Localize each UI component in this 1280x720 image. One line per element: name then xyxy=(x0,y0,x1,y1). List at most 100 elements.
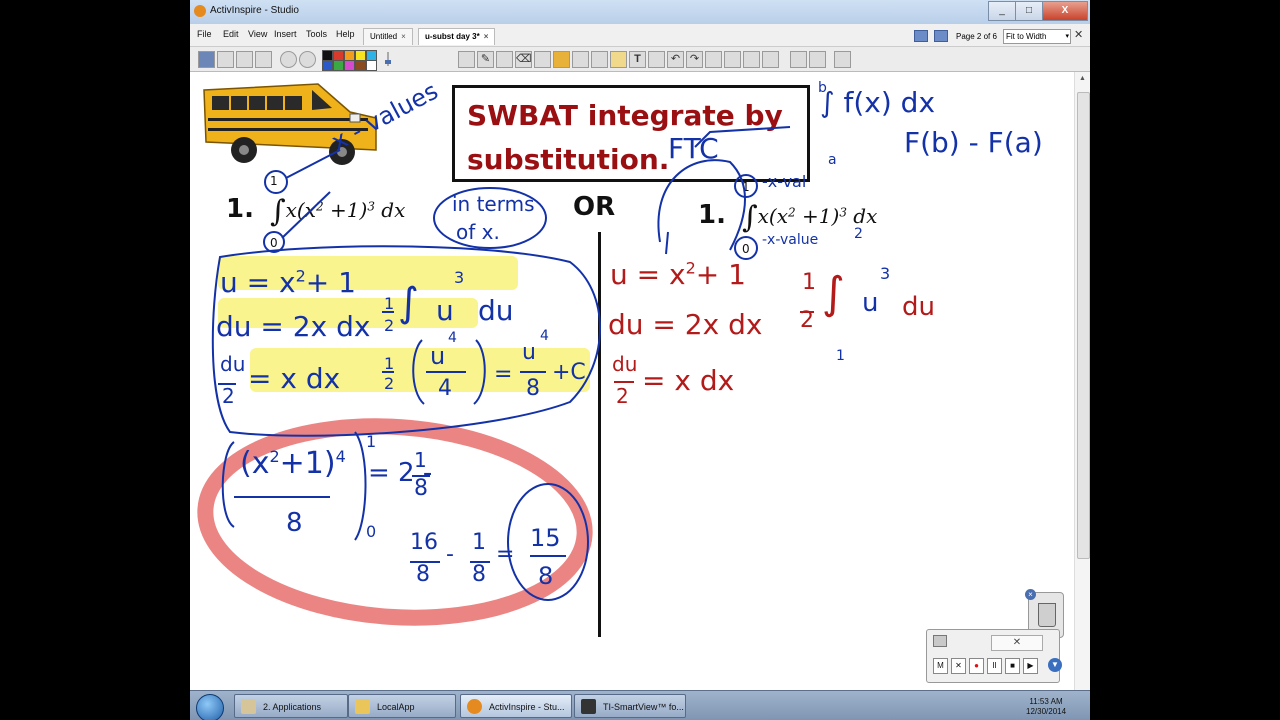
tab-close-icon[interactable]: × xyxy=(484,32,489,41)
taskbar-item-label: TI-SmartView™ fo... xyxy=(603,702,684,712)
tab-untitled[interactable]: Untitled × xyxy=(363,28,413,45)
keyboard-icon[interactable] xyxy=(790,51,807,68)
main-menu-icon[interactable] xyxy=(198,51,215,68)
close-button[interactable]: X xyxy=(1042,1,1088,21)
tools-icon[interactable] xyxy=(255,51,272,68)
trash-icon xyxy=(1038,603,1056,627)
color-swatch-brown[interactable] xyxy=(355,60,366,71)
open-file-icon[interactable] xyxy=(217,51,234,68)
right-lower-1: 1 xyxy=(836,348,845,364)
blue-plus-c: +C xyxy=(552,360,586,385)
magic-ink-icon[interactable] xyxy=(834,51,851,68)
eval-exp-2: 2 xyxy=(269,447,280,466)
page-settings-icon[interactable] xyxy=(934,30,948,42)
slider-track-icon xyxy=(385,52,391,66)
in-terms-note: in terms xyxy=(452,192,535,216)
zoom-select[interactable]: Fit to Width ▾ xyxy=(1003,29,1071,44)
blue-integral-sign: ∫ xyxy=(398,280,419,326)
blue-u-exp: 2 xyxy=(295,266,306,286)
undo-icon[interactable]: ↶ xyxy=(667,51,684,68)
redo-icon[interactable] xyxy=(648,51,665,68)
menu-help[interactable]: Help xyxy=(336,29,355,39)
rotate-icon[interactable]: ↷ xyxy=(686,51,703,68)
system-clock[interactable]: 11:53 AM 12/30/2014 xyxy=(1026,697,1066,717)
stop-button[interactable]: ■ xyxy=(1005,658,1020,674)
forward-icon[interactable] xyxy=(299,51,316,68)
right-exponent-3: 3 xyxy=(880,264,891,283)
recorder-close-button[interactable]: ✕ xyxy=(991,635,1043,651)
red-u-text: u = x xyxy=(610,258,686,291)
record-button[interactable]: ● xyxy=(969,658,984,674)
fill-icon[interactable] xyxy=(534,51,551,68)
scroll-up-icon[interactable]: ▲ xyxy=(1079,75,1086,82)
maximize-button[interactable]: □ xyxy=(1015,1,1043,21)
desktop-icon[interactable] xyxy=(809,51,826,68)
color-swatch-green[interactable] xyxy=(333,60,344,71)
tab-close-icon[interactable]: × xyxy=(401,32,406,41)
blue-den-8: 8 xyxy=(526,376,540,401)
cancel-button[interactable]: ✕ xyxy=(951,658,966,674)
pen-icon[interactable]: ✎ xyxy=(477,51,494,68)
taskbar-item-ti-smartview[interactable]: TI-SmartView™ fo... xyxy=(574,694,686,718)
scroll-thumb[interactable] xyxy=(1077,92,1090,559)
menu-insert[interactable]: Insert xyxy=(274,29,297,39)
clear-icon[interactable] xyxy=(705,51,722,68)
folder-icon xyxy=(355,699,370,714)
recorder-grip-icon[interactable] xyxy=(933,635,947,647)
tab-u-subst-day-3[interactable]: u-subst day 3* × xyxy=(418,28,496,45)
expand-toolbox-icon[interactable]: ▼ xyxy=(1048,658,1062,672)
eval-mid-text: +1) xyxy=(279,446,336,481)
reset-icon[interactable] xyxy=(724,51,741,68)
menu-view[interactable]: View xyxy=(248,29,267,39)
color-swatch-blue[interactable] xyxy=(322,60,333,71)
clock-time: 11:53 AM xyxy=(1029,697,1063,706)
red-du-over-2-den: 2 xyxy=(616,384,629,408)
color-swatch-white[interactable] xyxy=(366,60,377,71)
highlighter-icon[interactable] xyxy=(496,51,513,68)
blue-u3: u xyxy=(436,294,454,327)
page-prev-icon[interactable] xyxy=(743,51,760,68)
folder-icon[interactable] xyxy=(610,51,627,68)
taskbar-item-applications[interactable]: 2. Applications xyxy=(234,694,348,718)
taskbar-item-localapp[interactable]: LocalApp xyxy=(348,694,456,718)
close-document-icon[interactable]: ✕ xyxy=(1074,28,1083,41)
answer-numerator: 15 xyxy=(530,524,561,552)
menu-tools[interactable]: Tools xyxy=(306,29,327,39)
blue-half2-den: 2 xyxy=(384,374,395,393)
select-icon[interactable] xyxy=(458,51,475,68)
recorder-controls: M ✕ ● II ■ ▶ xyxy=(933,658,1038,674)
menu-button[interactable]: M xyxy=(933,658,948,674)
connector-icon[interactable] xyxy=(572,51,589,68)
pause-button[interactable]: II xyxy=(987,658,1002,674)
flipchart-canvas[interactable]: SWBAT integrate by substitution. 1. ∫x(x… xyxy=(190,72,1074,692)
answer-denominator: 8 xyxy=(538,562,554,590)
text-icon[interactable]: T xyxy=(629,51,646,68)
page-view-icon[interactable] xyxy=(914,30,928,42)
play-button[interactable]: ▶ xyxy=(1023,658,1038,674)
clock-date: 12/30/2014 xyxy=(1026,707,1067,716)
taskbar-item-label: LocalApp xyxy=(377,702,415,712)
menu-file[interactable]: File xyxy=(197,29,212,39)
blue-half2-num: 1 xyxy=(384,354,395,373)
taskbar-item-activinspire[interactable]: ActivInspire - Stu... xyxy=(460,694,572,718)
start-button[interactable] xyxy=(196,694,224,720)
back-icon[interactable] xyxy=(280,51,297,68)
blue-u4b: u xyxy=(522,340,536,365)
vertical-scrollbar[interactable]: ▲ xyxy=(1074,72,1090,692)
eval-frac-num: 1 xyxy=(414,448,427,472)
menu-edit[interactable]: Edit xyxy=(223,29,239,39)
shape-icon[interactable] xyxy=(553,51,570,68)
eraser-icon[interactable]: ⌫ xyxy=(515,51,532,68)
thickness-slider[interactable] xyxy=(383,51,393,66)
applications-icon xyxy=(241,699,256,714)
save-icon[interactable] xyxy=(236,51,253,68)
step-equals: = xyxy=(496,542,515,567)
color-swatch-magenta[interactable] xyxy=(344,60,355,71)
tab-u-subst-label: u-subst day 3* xyxy=(425,32,480,41)
page-next-icon[interactable] xyxy=(762,51,779,68)
red-u-exp: 2 xyxy=(685,258,696,278)
title-bar: ActivInspire - Studio _ □ X xyxy=(190,0,1090,24)
minimize-button[interactable]: _ xyxy=(988,1,1016,21)
close-icon[interactable]: × xyxy=(1025,589,1036,600)
camera-icon[interactable] xyxy=(591,51,608,68)
